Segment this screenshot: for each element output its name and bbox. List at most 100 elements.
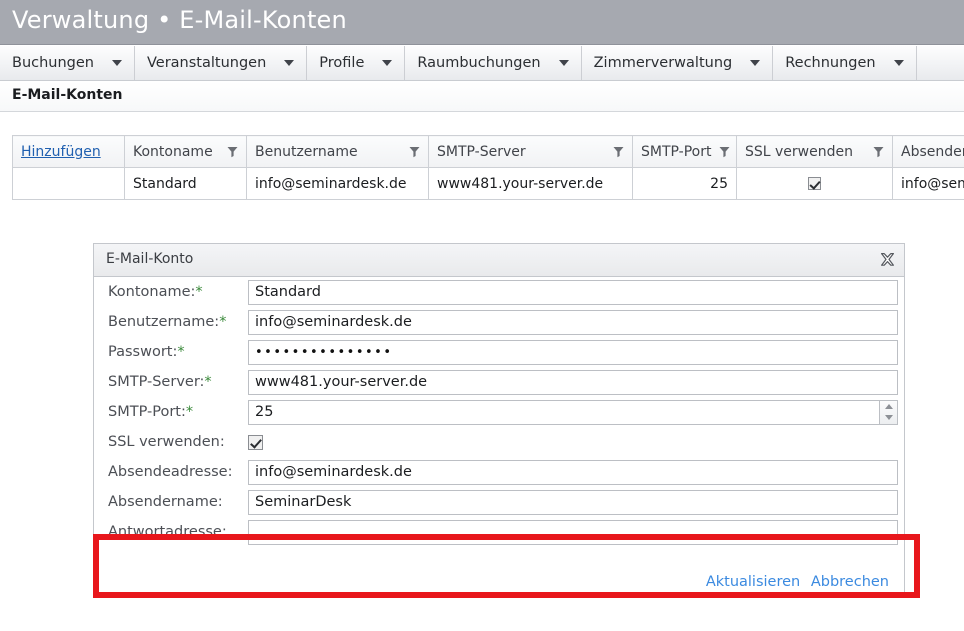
field-label-kontoname: Kontoname:* <box>108 284 248 300</box>
required-marker: * <box>195 284 203 300</box>
main-menubar[interactable]: Buchungen Veranstaltungen Profile Raumbuchu… <box>0 46 964 81</box>
menu-item-label: Buchungen <box>12 55 94 71</box>
input-passwort[interactable]: ••••••••••••••• <box>248 339 898 365</box>
add-account-link[interactable]: Hinzufügen <box>21 144 101 160</box>
field-label-text: Absendername: <box>108 494 223 510</box>
column-header-ssl[interactable]: SSL verwenden <box>736 135 893 168</box>
column-header-benutzername[interactable]: Benutzername <box>246 135 429 168</box>
ssl-checkbox-readonly <box>808 177 821 190</box>
field-label-text: SSL verwenden: <box>108 434 225 450</box>
menu-item-label: Veranstaltungen <box>147 55 267 71</box>
required-marker: * <box>185 404 194 420</box>
table-row[interactable]: Standard info@seminardesk.de www481.your… <box>12 167 964 200</box>
form-row-absendeadresse: Absendeadresse: info@seminardesk.de <box>94 457 904 487</box>
filter-funnel-icon[interactable] <box>409 146 420 158</box>
column-header-smtp-port[interactable]: SMTP-Port <box>632 135 737 168</box>
cell-ssl <box>736 167 893 200</box>
field-label-text: Kontoname: <box>108 284 196 300</box>
field-label-text: Antwortadresse: <box>108 524 227 540</box>
dialog-titlebar: E-Mail-Konto <box>94 244 904 277</box>
input-benutzername[interactable]: info@seminardesk.de <box>248 309 898 335</box>
chevron-down-icon[interactable] <box>284 60 295 66</box>
column-label: SMTP-Server <box>437 143 526 160</box>
filter-funnel-icon[interactable] <box>719 146 730 158</box>
column-label: SSL verwenden <box>745 143 853 160</box>
number-stepper[interactable] <box>879 399 898 425</box>
filter-funnel-icon[interactable] <box>613 146 624 158</box>
cell-absenderadresse: info@seminardesk.de <box>892 167 964 200</box>
filter-funnel-icon[interactable] <box>227 146 238 158</box>
stepper-down-icon[interactable] <box>884 415 893 421</box>
form-row-kontoname: Kontoname:* Standard <box>94 277 904 307</box>
email-account-dialog: E-Mail-Konto Kontoname:* Standard Benutzer… <box>93 243 905 597</box>
input-absendername[interactable]: SeminarDesk <box>248 489 898 515</box>
table-header-row: Hinzufügen Kontoname Benutzername SMTP-S… <box>12 135 964 168</box>
field-label-absendeadresse: Absendeadresse: <box>108 464 248 480</box>
chevron-down-icon[interactable] <box>558 60 569 66</box>
menu-item-label: Zimmerverwaltung <box>593 55 733 71</box>
form-row-absendername: Absendername: SeminarDesk <box>94 487 904 517</box>
cancel-button[interactable]: Abbrechen <box>811 574 889 590</box>
column-label: Kontoname <box>133 143 213 160</box>
filter-funnel-icon[interactable] <box>873 146 884 158</box>
chevron-down-icon[interactable] <box>382 60 393 66</box>
field-label-text: SMTP-Port: <box>108 404 186 420</box>
cell-smtp-server: www481.your-server.de <box>428 167 633 200</box>
field-label-smtp-server: SMTP-Server:* <box>108 374 248 390</box>
input-value: info@seminardesk.de <box>255 464 412 480</box>
breadcrumb-bar: E-Mail-Konten <box>0 82 964 112</box>
page-title: Verwaltung • E-Mail-Konten <box>12 6 347 34</box>
column-label: Benutzername <box>255 143 358 160</box>
menu-item-label: Rechnungen <box>785 55 876 71</box>
column-header-smtp-server[interactable]: SMTP-Server <box>428 135 633 168</box>
input-smtp-port[interactable]: 25 <box>248 399 898 425</box>
form-row-ssl-verwenden: SSL verwenden: <box>94 427 904 457</box>
menu-item-raumbuchungen[interactable]: Raumbuchungen <box>405 46 582 80</box>
form-row-benutzername: Benutzername:* info@seminardesk.de <box>94 307 904 337</box>
column-header-kontoname[interactable]: Kontoname <box>124 135 247 168</box>
field-label-antwortadresse: Antwortadresse: <box>108 524 248 540</box>
input-smtp-server[interactable]: www481.your-server.de <box>248 369 898 395</box>
field-label-text: SMTP-Server: <box>108 374 205 390</box>
input-antwortadresse[interactable] <box>248 519 898 545</box>
menu-item-zimmerverwaltung[interactable]: Zimmerverwaltung <box>582 46 774 80</box>
field-label-ssl-verwenden: SSL verwenden: <box>108 434 248 450</box>
form-row-smtp-port: SMTP-Port:* 25 <box>94 397 904 427</box>
breadcrumb: E-Mail-Konten <box>12 87 123 103</box>
menu-item-label: Raumbuchungen <box>417 55 541 71</box>
column-label: Absenderadresse <box>901 143 964 160</box>
input-kontoname[interactable]: Standard <box>248 279 898 305</box>
dialog-title: E-Mail-Konto <box>106 251 194 267</box>
close-x-icon[interactable] <box>874 247 900 272</box>
input-value: 25 <box>255 404 274 420</box>
input-value: info@seminardesk.de <box>255 314 412 330</box>
chevron-down-icon[interactable] <box>112 60 122 66</box>
required-marker: * <box>219 314 227 330</box>
chevron-down-icon[interactable] <box>750 60 761 66</box>
menu-item-rechnungen[interactable]: Rechnungen <box>773 46 917 80</box>
field-label-benutzername: Benutzername:* <box>108 314 248 330</box>
form-row-passwort: Passwort:* ••••••••••••••• <box>94 337 904 367</box>
menu-item-label: Profile <box>319 55 365 71</box>
cell-smtp-port: 25 <box>632 167 737 200</box>
table-add-cell: Hinzufügen <box>12 135 125 168</box>
menu-item-buchungen[interactable]: Buchungen <box>0 46 135 80</box>
form-row-antwortadresse: Antwortadresse: <box>94 517 904 547</box>
stepper-up-icon[interactable] <box>884 403 893 409</box>
field-label-text: Passwort: <box>108 344 178 360</box>
email-accounts-table: Hinzufügen Kontoname Benutzername SMTP-S… <box>12 135 964 200</box>
menu-item-veranstaltungen[interactable]: Veranstaltungen <box>135 46 308 80</box>
column-header-absenderadresse[interactable]: Absenderadresse <box>892 135 964 168</box>
input-absendeadresse[interactable]: info@seminardesk.de <box>248 459 898 485</box>
form-row-smtp-server: SMTP-Server:* www481.your-server.de <box>94 367 904 397</box>
chevron-down-icon[interactable] <box>893 60 904 66</box>
update-button[interactable]: Aktualisieren <box>706 574 800 590</box>
field-label-text: Benutzername: <box>108 314 220 330</box>
app-titlebar: Verwaltung • E-Mail-Konten <box>0 0 964 45</box>
required-marker: * <box>204 374 212 390</box>
menu-item-profile[interactable]: Profile <box>307 46 406 80</box>
row-select-cell[interactable] <box>12 167 125 200</box>
field-label-smtp-port: SMTP-Port:* <box>108 404 248 420</box>
ssl-checkbox[interactable] <box>248 434 263 450</box>
cell-kontoname: Standard <box>124 167 247 200</box>
